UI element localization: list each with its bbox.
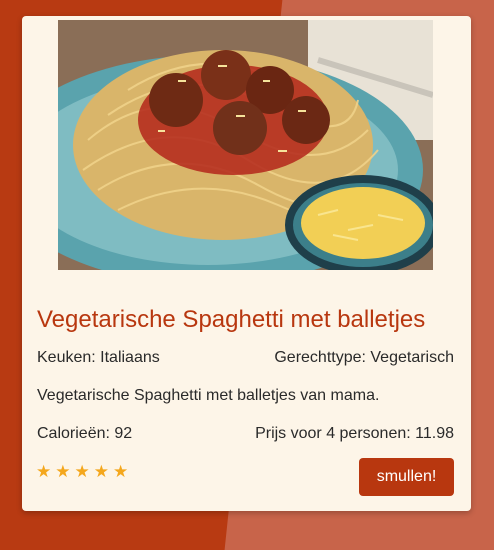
star-icon: ★ — [36, 462, 52, 481]
recipe-stats-row: Calorieën: 92 Prijs voor 4 personen: 11.… — [37, 425, 454, 443]
star-icon: ★ — [93, 462, 109, 481]
star-icon: ★ — [55, 462, 71, 481]
star-icon: ★ — [74, 462, 90, 481]
rating-stars: ★ ★ ★ ★ ★ — [36, 463, 128, 480]
smullen-button[interactable]: smullen! — [359, 458, 454, 496]
recipe-title: Vegetarische Spaghetti met balletjes — [37, 306, 426, 333]
recipe-meta-row: Keuken: Italiaans Gerechttype: Vegetaris… — [37, 349, 454, 367]
recipe-photo — [58, 20, 433, 270]
cuisine-label: Keuken: Italiaans — [37, 349, 160, 366]
recipe-description: Vegetarische Spaghetti met balletjes van… — [37, 387, 380, 404]
dish-type-label: Gerechttype: Vegetarisch — [274, 349, 454, 366]
star-icon: ★ — [113, 462, 129, 481]
price-label: Prijs voor 4 personen: 11.98 — [255, 425, 454, 442]
recipe-card: Vegetarische Spaghetti met balletjes Keu… — [22, 16, 471, 511]
calories-label: Calorieën: 92 — [37, 425, 133, 442]
